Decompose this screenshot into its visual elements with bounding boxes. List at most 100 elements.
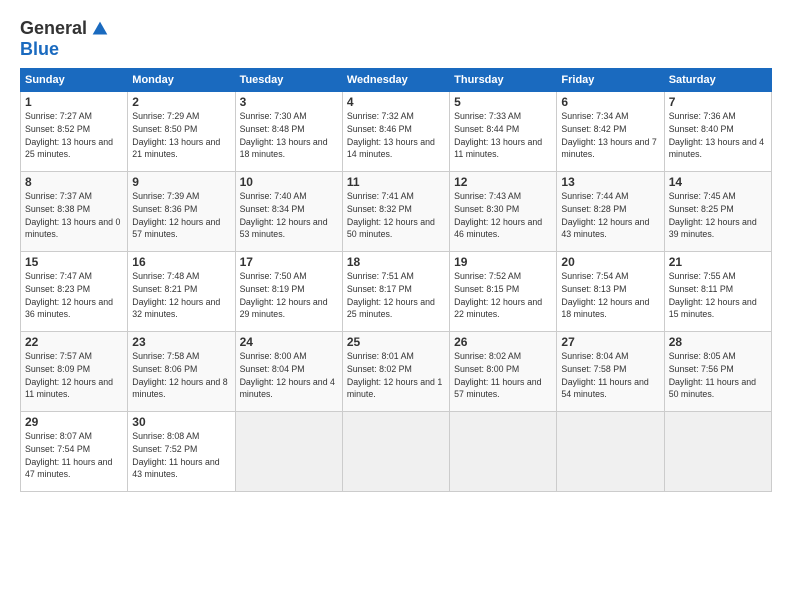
day-number: 7	[669, 95, 767, 109]
calendar-cell: 9Sunrise: 7:39 AMSunset: 8:36 PMDaylight…	[128, 172, 235, 252]
day-detail: Sunrise: 7:54 AMSunset: 8:13 PMDaylight:…	[561, 270, 659, 321]
day-number: 10	[240, 175, 338, 189]
calendar-cell: 24Sunrise: 8:00 AMSunset: 8:04 PMDayligh…	[235, 332, 342, 412]
calendar-cell	[235, 412, 342, 492]
col-header-wednesday: Wednesday	[342, 69, 449, 92]
day-detail: Sunrise: 7:58 AMSunset: 8:06 PMDaylight:…	[132, 350, 230, 401]
day-number: 3	[240, 95, 338, 109]
logo-text-blue: Blue	[20, 39, 59, 59]
day-detail: Sunrise: 7:51 AMSunset: 8:17 PMDaylight:…	[347, 270, 445, 321]
calendar-cell: 3Sunrise: 7:30 AMSunset: 8:48 PMDaylight…	[235, 92, 342, 172]
header-row: SundayMondayTuesdayWednesdayThursdayFrid…	[21, 69, 772, 92]
day-detail: Sunrise: 7:33 AMSunset: 8:44 PMDaylight:…	[454, 110, 552, 161]
page: General Blue SundayMondayTuesdayWednesda…	[0, 0, 792, 612]
day-detail: Sunrise: 7:45 AMSunset: 8:25 PMDaylight:…	[669, 190, 767, 241]
day-detail: Sunrise: 7:43 AMSunset: 8:30 PMDaylight:…	[454, 190, 552, 241]
calendar-cell: 17Sunrise: 7:50 AMSunset: 8:19 PMDayligh…	[235, 252, 342, 332]
day-number: 13	[561, 175, 659, 189]
day-number: 24	[240, 335, 338, 349]
day-detail: Sunrise: 7:27 AMSunset: 8:52 PMDaylight:…	[25, 110, 123, 161]
day-number: 9	[132, 175, 230, 189]
day-detail: Sunrise: 8:02 AMSunset: 8:00 PMDaylight:…	[454, 350, 552, 401]
day-number: 27	[561, 335, 659, 349]
calendar-week-5: 29Sunrise: 8:07 AMSunset: 7:54 PMDayligh…	[21, 412, 772, 492]
day-number: 20	[561, 255, 659, 269]
calendar-cell	[664, 412, 771, 492]
day-detail: Sunrise: 7:47 AMSunset: 8:23 PMDaylight:…	[25, 270, 123, 321]
calendar-cell: 29Sunrise: 8:07 AMSunset: 7:54 PMDayligh…	[21, 412, 128, 492]
day-number: 12	[454, 175, 552, 189]
day-detail: Sunrise: 7:52 AMSunset: 8:15 PMDaylight:…	[454, 270, 552, 321]
day-detail: Sunrise: 7:37 AMSunset: 8:38 PMDaylight:…	[25, 190, 123, 241]
day-number: 15	[25, 255, 123, 269]
day-detail: Sunrise: 7:34 AMSunset: 8:42 PMDaylight:…	[561, 110, 659, 161]
calendar-week-3: 15Sunrise: 7:47 AMSunset: 8:23 PMDayligh…	[21, 252, 772, 332]
day-number: 8	[25, 175, 123, 189]
calendar-cell: 7Sunrise: 7:36 AMSunset: 8:40 PMDaylight…	[664, 92, 771, 172]
calendar-cell: 27Sunrise: 8:04 AMSunset: 7:58 PMDayligh…	[557, 332, 664, 412]
day-number: 4	[347, 95, 445, 109]
calendar-cell: 12Sunrise: 7:43 AMSunset: 8:30 PMDayligh…	[450, 172, 557, 252]
calendar-cell	[450, 412, 557, 492]
day-number: 6	[561, 95, 659, 109]
calendar-cell: 22Sunrise: 7:57 AMSunset: 8:09 PMDayligh…	[21, 332, 128, 412]
calendar-cell: 20Sunrise: 7:54 AMSunset: 8:13 PMDayligh…	[557, 252, 664, 332]
day-number: 30	[132, 415, 230, 429]
calendar-cell: 2Sunrise: 7:29 AMSunset: 8:50 PMDaylight…	[128, 92, 235, 172]
col-header-tuesday: Tuesday	[235, 69, 342, 92]
day-number: 1	[25, 95, 123, 109]
day-detail: Sunrise: 7:39 AMSunset: 8:36 PMDaylight:…	[132, 190, 230, 241]
day-detail: Sunrise: 7:32 AMSunset: 8:46 PMDaylight:…	[347, 110, 445, 161]
header: General Blue	[20, 18, 772, 60]
day-number: 16	[132, 255, 230, 269]
day-number: 22	[25, 335, 123, 349]
logo: General Blue	[20, 18, 111, 60]
day-detail: Sunrise: 7:36 AMSunset: 8:40 PMDaylight:…	[669, 110, 767, 161]
day-detail: Sunrise: 7:41 AMSunset: 8:32 PMDaylight:…	[347, 190, 445, 241]
calendar-cell: 10Sunrise: 7:40 AMSunset: 8:34 PMDayligh…	[235, 172, 342, 252]
day-number: 18	[347, 255, 445, 269]
calendar-week-1: 1Sunrise: 7:27 AMSunset: 8:52 PMDaylight…	[21, 92, 772, 172]
day-number: 23	[132, 335, 230, 349]
calendar-table: SundayMondayTuesdayWednesdayThursdayFrid…	[20, 68, 772, 492]
calendar-cell: 14Sunrise: 7:45 AMSunset: 8:25 PMDayligh…	[664, 172, 771, 252]
calendar-cell: 1Sunrise: 7:27 AMSunset: 8:52 PMDaylight…	[21, 92, 128, 172]
calendar-cell: 15Sunrise: 7:47 AMSunset: 8:23 PMDayligh…	[21, 252, 128, 332]
calendar-cell: 19Sunrise: 7:52 AMSunset: 8:15 PMDayligh…	[450, 252, 557, 332]
col-header-monday: Monday	[128, 69, 235, 92]
day-number: 17	[240, 255, 338, 269]
calendar-cell: 23Sunrise: 7:58 AMSunset: 8:06 PMDayligh…	[128, 332, 235, 412]
calendar-cell	[557, 412, 664, 492]
calendar-cell: 26Sunrise: 8:02 AMSunset: 8:00 PMDayligh…	[450, 332, 557, 412]
calendar-cell: 6Sunrise: 7:34 AMSunset: 8:42 PMDaylight…	[557, 92, 664, 172]
day-number: 19	[454, 255, 552, 269]
calendar-cell: 25Sunrise: 8:01 AMSunset: 8:02 PMDayligh…	[342, 332, 449, 412]
day-detail: Sunrise: 8:05 AMSunset: 7:56 PMDaylight:…	[669, 350, 767, 401]
logo-icon	[89, 18, 111, 40]
col-header-saturday: Saturday	[664, 69, 771, 92]
calendar-cell: 18Sunrise: 7:51 AMSunset: 8:17 PMDayligh…	[342, 252, 449, 332]
day-number: 25	[347, 335, 445, 349]
day-number: 28	[669, 335, 767, 349]
day-detail: Sunrise: 8:07 AMSunset: 7:54 PMDaylight:…	[25, 430, 123, 481]
calendar-cell: 21Sunrise: 7:55 AMSunset: 8:11 PMDayligh…	[664, 252, 771, 332]
day-number: 26	[454, 335, 552, 349]
day-number: 21	[669, 255, 767, 269]
day-number: 5	[454, 95, 552, 109]
day-detail: Sunrise: 7:29 AMSunset: 8:50 PMDaylight:…	[132, 110, 230, 161]
calendar-cell: 16Sunrise: 7:48 AMSunset: 8:21 PMDayligh…	[128, 252, 235, 332]
calendar-week-2: 8Sunrise: 7:37 AMSunset: 8:38 PMDaylight…	[21, 172, 772, 252]
day-detail: Sunrise: 7:48 AMSunset: 8:21 PMDaylight:…	[132, 270, 230, 321]
calendar-week-4: 22Sunrise: 7:57 AMSunset: 8:09 PMDayligh…	[21, 332, 772, 412]
calendar-cell: 13Sunrise: 7:44 AMSunset: 8:28 PMDayligh…	[557, 172, 664, 252]
day-detail: Sunrise: 7:50 AMSunset: 8:19 PMDaylight:…	[240, 270, 338, 321]
day-number: 2	[132, 95, 230, 109]
day-detail: Sunrise: 8:08 AMSunset: 7:52 PMDaylight:…	[132, 430, 230, 481]
day-number: 14	[669, 175, 767, 189]
calendar-cell: 8Sunrise: 7:37 AMSunset: 8:38 PMDaylight…	[21, 172, 128, 252]
day-detail: Sunrise: 8:01 AMSunset: 8:02 PMDaylight:…	[347, 350, 445, 401]
calendar-cell: 11Sunrise: 7:41 AMSunset: 8:32 PMDayligh…	[342, 172, 449, 252]
calendar-cell	[342, 412, 449, 492]
day-detail: Sunrise: 7:30 AMSunset: 8:48 PMDaylight:…	[240, 110, 338, 161]
calendar-cell: 5Sunrise: 7:33 AMSunset: 8:44 PMDaylight…	[450, 92, 557, 172]
